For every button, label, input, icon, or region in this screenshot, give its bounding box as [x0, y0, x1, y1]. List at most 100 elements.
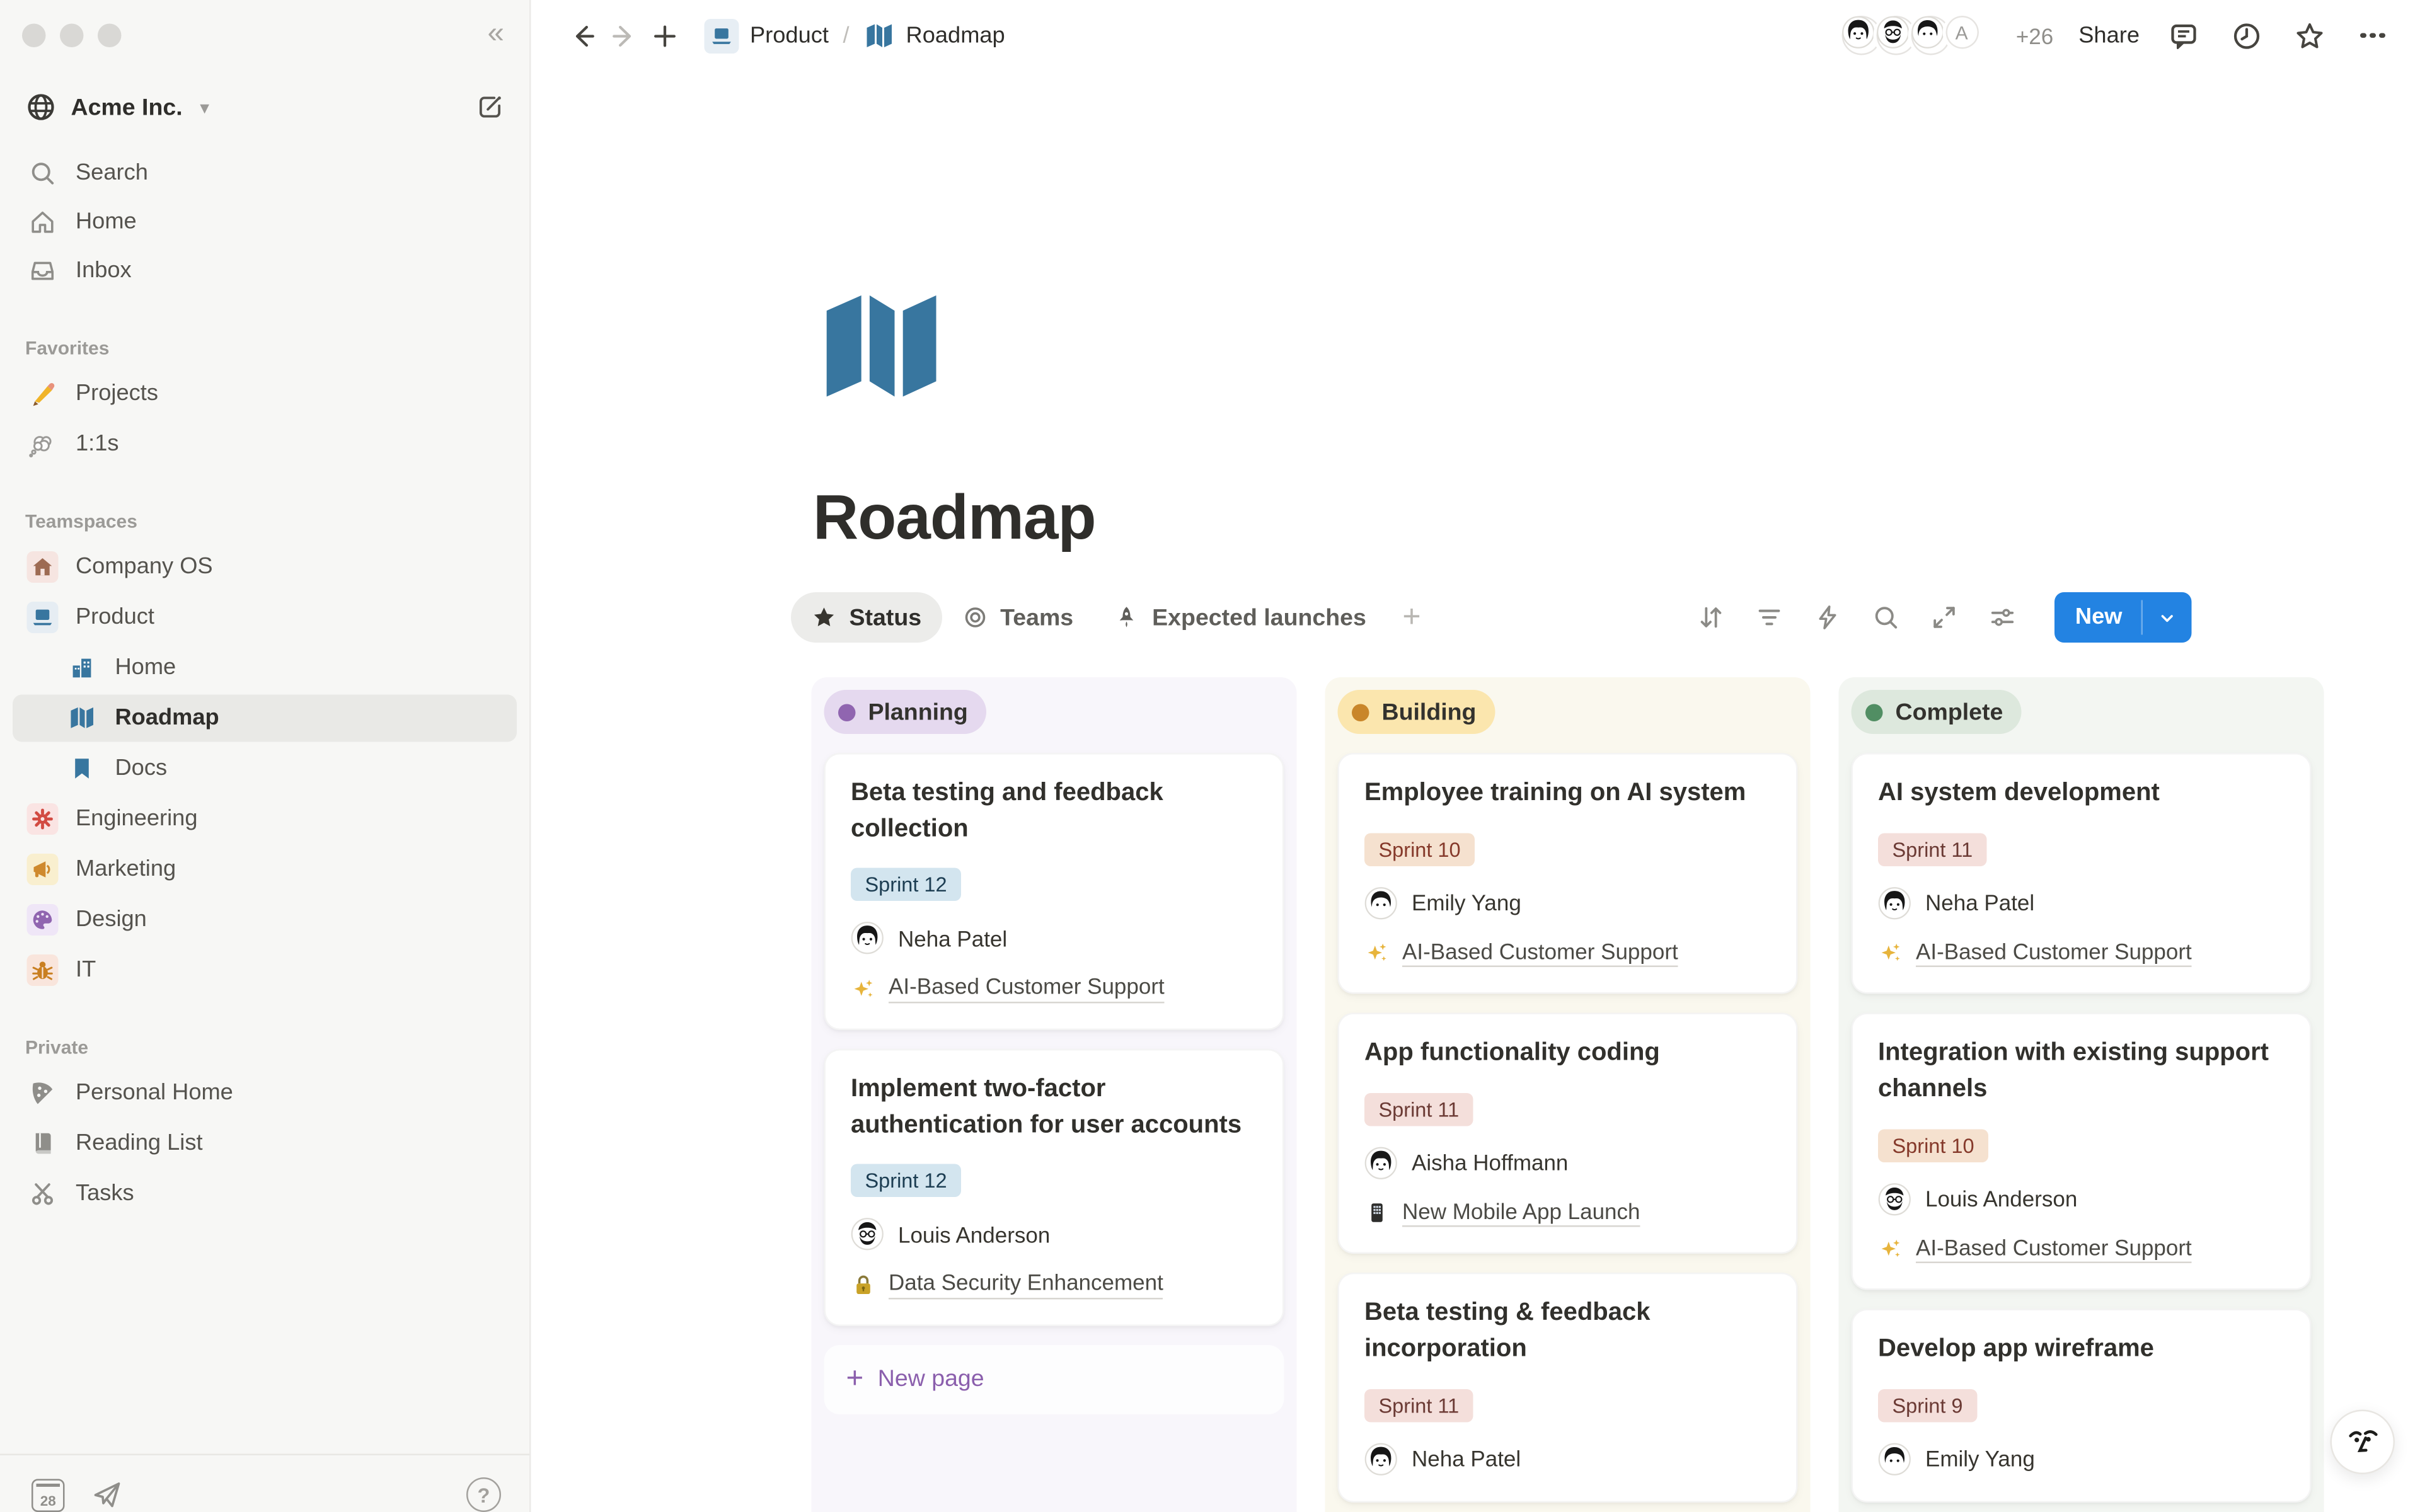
sidebar-item-tasks[interactable]: Tasks	[13, 1171, 517, 1218]
card-title[interactable]: Implement two-factor authentication for …	[851, 1072, 1257, 1144]
window-minimize-button[interactable]	[60, 24, 84, 48]
sidebar-item-label: Search	[76, 161, 148, 186]
card-person: Louis Anderson	[851, 1218, 1257, 1251]
sidebar-item-label: Projects	[76, 381, 158, 406]
sidebar-item-reading-list[interactable]: Reading List	[13, 1120, 517, 1167]
card-link[interactable]: AI-Based Customer Support	[1878, 1234, 2285, 1263]
avatar	[1878, 1183, 1911, 1216]
sidebar-item-inbox[interactable]: Inbox	[13, 248, 517, 295]
card[interactable]: Implement two-factor authentication for …	[824, 1049, 1284, 1326]
column-header-planning[interactable]: Planning	[824, 690, 987, 734]
compose-icon[interactable]	[476, 93, 504, 122]
chevron-down-icon: ▼	[197, 100, 212, 118]
new-page-button[interactable]: + New page	[824, 1345, 1284, 1414]
card-link[interactable]: AI-Based Customer Support	[851, 974, 1257, 1003]
building-icon	[65, 654, 100, 682]
card-link[interactable]: Data Security Enhancement	[851, 1270, 1257, 1299]
paper-plane-icon[interactable]	[91, 1479, 123, 1511]
card[interactable]: App functionality coding Sprint 11 Aisha…	[1338, 1013, 1798, 1254]
sprint-tag: Sprint 9	[1878, 1389, 1977, 1423]
column-planning: Planning Beta testing and feedback colle…	[812, 677, 1297, 1512]
card[interactable]: AI system development Sprint 11 Neha Pat…	[1852, 753, 2312, 994]
share-button[interactable]: Share	[2078, 23, 2140, 48]
window-close-button[interactable]	[22, 24, 46, 48]
page-title[interactable]: Roadmap	[813, 484, 2420, 555]
sidebar-item-product-home[interactable]: Home	[13, 644, 517, 692]
card-title[interactable]: App functionality coding	[1364, 1037, 1771, 1073]
card[interactable]: Employee training on AI system Sprint 10…	[1338, 753, 1798, 994]
sidebar-item-search[interactable]: Search	[13, 150, 517, 197]
sparkles-icon	[1364, 940, 1390, 965]
automations-icon[interactable]	[1812, 602, 1843, 633]
expand-icon[interactable]	[1928, 602, 1960, 633]
help-icon[interactable]: ?	[466, 1477, 501, 1512]
column-header-building[interactable]: Building	[1338, 690, 1495, 734]
sidebar-item-engineering[interactable]: Engineering	[13, 796, 517, 843]
window-controls[interactable]	[0, 0, 529, 47]
sidebar-item-product[interactable]: Product	[13, 594, 517, 641]
chevron-down-icon[interactable]	[2143, 592, 2192, 643]
tab-expected-launches[interactable]: Expected launches	[1094, 592, 1387, 643]
new-page-icon[interactable]	[645, 15, 686, 56]
favorite-star-icon[interactable]	[2291, 15, 2329, 56]
card-title[interactable]: Develop app wireframe	[1878, 1332, 2285, 1368]
calendar-icon[interactable]: 28	[32, 1478, 65, 1511]
card[interactable]: Develop app wireframe Sprint 9 Emily Yan…	[1852, 1309, 2312, 1503]
card-title[interactable]: AI system development	[1878, 777, 2285, 813]
tab-teams[interactable]: Teams	[942, 592, 1094, 643]
back-icon[interactable]	[563, 15, 604, 56]
card-link[interactable]: AI-Based Customer Support	[1878, 938, 2285, 967]
card-person: Emily Yang	[1364, 886, 1771, 920]
sidebar-item-marketing[interactable]: Marketing	[13, 846, 517, 893]
sprint-tag: Sprint 11	[1364, 1093, 1473, 1126]
tab-status[interactable]: Status	[791, 592, 942, 643]
breadcrumb-roadmap[interactable]: Roadmap	[906, 23, 1005, 48]
card-title[interactable]: Integration with existing support channe…	[1878, 1037, 2285, 1109]
card-title[interactable]: Beta testing & feedback incorporation	[1364, 1297, 1771, 1369]
sidebar-item-design[interactable]: Design	[13, 896, 517, 944]
sort-icon[interactable]	[1695, 602, 1727, 633]
view-settings-icon[interactable]	[1987, 602, 2019, 633]
sidebar-item-docs[interactable]: Docs	[13, 745, 517, 793]
status-dot	[1865, 703, 1883, 721]
sidebar-item-roadmap[interactable]: Roadmap	[13, 695, 517, 742]
topbar: Product / Roadmap A +26 Share	[531, 0, 2420, 71]
collaborator-avatars[interactable]: A	[1838, 13, 1981, 59]
new-button[interactable]: New	[2054, 592, 2191, 643]
column-header-complete[interactable]: Complete	[1852, 690, 2022, 734]
filter-icon[interactable]	[1754, 602, 1785, 633]
sidebar-item-home[interactable]: Home	[13, 198, 517, 246]
sidebar-item-1-1s[interactable]: 1:1s	[13, 421, 517, 468]
sidebar-item-company-os[interactable]: Company OS	[13, 544, 517, 591]
more-collaborators-count[interactable]: +26	[2016, 23, 2053, 48]
forward-icon[interactable]	[604, 15, 645, 56]
card[interactable]: Beta testing & feedback incorporation Sp…	[1338, 1273, 1798, 1503]
map-icon	[65, 704, 100, 733]
breadcrumb-product[interactable]: Product	[750, 23, 829, 48]
card-title[interactable]: Employee training on AI system	[1364, 777, 1771, 813]
sidebar-collapse-icon[interactable]: «	[488, 19, 504, 49]
card-link[interactable]: AI-Based Customer Support	[1364, 938, 1771, 967]
globe-icon	[25, 91, 57, 123]
more-options-icon[interactable]	[2354, 15, 2392, 56]
sidebar-item-label: Docs	[115, 756, 168, 781]
comments-icon[interactable]	[2165, 15, 2203, 56]
card[interactable]: Beta testing and feedback collection Spr…	[824, 753, 1284, 1030]
page-icon-map[interactable]	[812, 279, 950, 418]
sidebar-item-it[interactable]: IT	[13, 947, 517, 994]
card-person: Emily Yang	[1878, 1443, 2285, 1476]
card[interactable]: Integration with existing support channe…	[1852, 1013, 2312, 1290]
card-link[interactable]: New Mobile App Launch	[1364, 1198, 1771, 1227]
sidebar-item-label: Home	[115, 655, 176, 680]
add-view-icon[interactable]: +	[1386, 599, 1436, 636]
sidebar-item-label: 1:1s	[76, 432, 119, 457]
house-tile-icon	[25, 551, 60, 583]
search-icon[interactable]	[1870, 602, 1902, 633]
notion-ai-button[interactable]	[2331, 1410, 2395, 1475]
updates-clock-icon[interactable]	[2228, 15, 2266, 56]
workspace-switcher[interactable]: Acme Inc. ▼	[13, 85, 517, 129]
sidebar-item-projects[interactable]: Projects	[13, 370, 517, 418]
card-title[interactable]: Beta testing and feedback collection	[851, 777, 1257, 849]
sidebar-item-personal-home[interactable]: Personal Home	[13, 1070, 517, 1117]
window-zoom-button[interactable]	[98, 24, 122, 48]
